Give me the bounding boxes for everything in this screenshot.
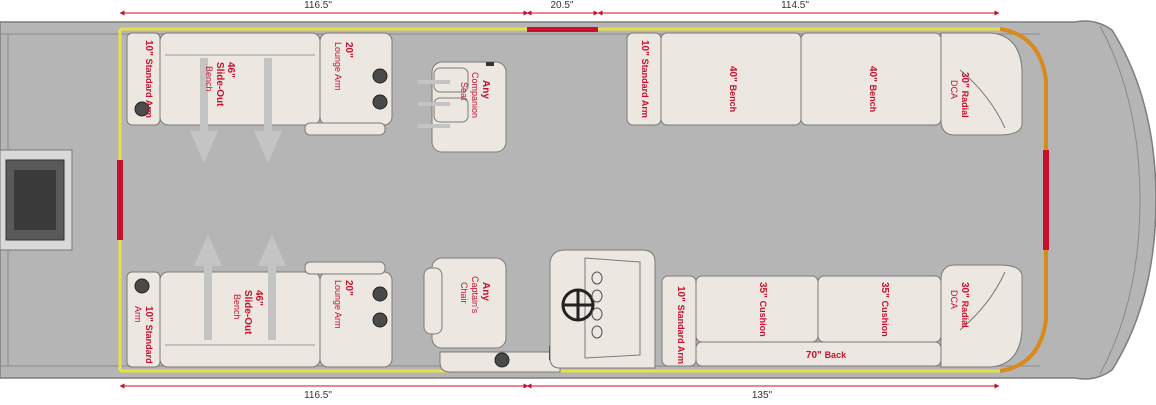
tr-arm-label: 10" Standard Arm bbox=[639, 40, 650, 118]
tr-radial-label: 30" Radial bbox=[959, 72, 970, 118]
tl-lounge-name: Lounge Arm bbox=[333, 42, 343, 91]
tl-arm-label: 10" Standard Arm bbox=[143, 40, 154, 118]
gate-top bbox=[527, 27, 598, 32]
tr-bench2-label: 40" Bench bbox=[867, 66, 878, 112]
bl-bench-line3: Bench bbox=[232, 294, 242, 320]
br-radial-line3: DCA bbox=[949, 290, 959, 309]
helm-console bbox=[549, 249, 656, 369]
gauge-icon bbox=[591, 271, 603, 285]
bl-lounge-label: 20" bbox=[343, 280, 354, 296]
cupholder-icon bbox=[372, 94, 388, 110]
dim-bottom-right: 135" bbox=[752, 390, 773, 400]
floorplan-drawing: 116.5" 20.5" 114.5" 116.5" 135" 10" Stan… bbox=[0, 0, 1156, 401]
pontoon-floorplan: 116.5" 20.5" 114.5" 116.5" 135" 10" Stan… bbox=[0, 0, 1156, 401]
gate-bow bbox=[1043, 150, 1049, 250]
motor-well bbox=[0, 149, 73, 251]
cupholder-icon bbox=[494, 352, 510, 368]
bl-arm-label: 10" Standard bbox=[143, 306, 154, 364]
tr-bench1-label: 40" Bench bbox=[727, 66, 738, 112]
gauge-icon bbox=[591, 289, 603, 303]
cupholder-icon bbox=[372, 68, 388, 84]
motor-core bbox=[14, 170, 56, 230]
captain-line3: Chair bbox=[459, 282, 469, 304]
latch-icon bbox=[486, 62, 494, 66]
companion-line1: Any bbox=[480, 80, 491, 99]
lounge-armrest bbox=[304, 261, 386, 275]
companion-cushion bbox=[433, 97, 469, 123]
bl-arm-line3: Arm bbox=[133, 306, 143, 323]
captain-line1: Any bbox=[480, 282, 491, 301]
top-right-seating: 10" Standard Arm 40" Bench 40" Bench 30"… bbox=[626, 32, 1023, 136]
gauge-icon bbox=[591, 307, 603, 321]
dim-top-mid: 20.5" bbox=[550, 0, 573, 11]
tl-lounge-label: 20" bbox=[343, 42, 354, 58]
br-arm-label: 10" Standard Arm bbox=[675, 286, 686, 364]
tl-bench-size: 46" bbox=[225, 62, 236, 78]
bl-bench-size: 46" bbox=[253, 290, 264, 306]
bottom-right-seating: 10" Standard Arm 35" Cushion 35" Cushion… bbox=[661, 264, 1023, 368]
tl-bench bbox=[159, 32, 321, 126]
bl-bench-line2: Slide-Out bbox=[242, 290, 253, 335]
dim-bottom-left: 116.5" bbox=[304, 390, 332, 400]
tr-radial-line3: DCA bbox=[949, 80, 959, 99]
br-cushion2-label: 35" Cushion bbox=[879, 282, 890, 337]
br-back-label: 70" Back bbox=[806, 350, 847, 361]
br-radial-label: 30" Radial bbox=[959, 282, 970, 328]
top-dimensions: 116.5" 20.5" 114.5" bbox=[119, 0, 1000, 16]
bottom-dimensions: 116.5" 135" bbox=[119, 383, 1000, 401]
tl-bench-line3: Bench bbox=[204, 66, 214, 92]
dim-top-left: 116.5" bbox=[304, 0, 332, 11]
companion-line3: Seat bbox=[459, 82, 469, 101]
bl-lounge-name: Lounge Arm bbox=[333, 280, 343, 329]
dim-top-right: 114.5" bbox=[781, 0, 809, 11]
cupholder-icon bbox=[372, 312, 388, 328]
gate-stern bbox=[117, 160, 123, 240]
companion-line2: Companion bbox=[470, 72, 480, 118]
captain-line2: Captain's bbox=[470, 276, 480, 314]
lounge-armrest bbox=[304, 122, 386, 136]
br-cushion1-label: 35" Cushion bbox=[757, 282, 768, 337]
gauge-icon bbox=[591, 325, 603, 339]
cupholder-icon bbox=[134, 278, 150, 294]
captain-armrest bbox=[423, 267, 443, 335]
tl-bench-line2: Slide-Out bbox=[214, 62, 225, 107]
br-cushion-1 bbox=[695, 275, 819, 343]
br-radial-dca bbox=[940, 264, 1023, 368]
cupholder-icon bbox=[372, 286, 388, 302]
